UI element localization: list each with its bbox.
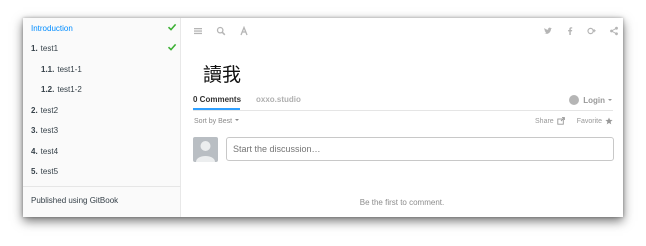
sidebar-item-test5[interactable]: 5. test5 [23,161,181,181]
sidebar-item-test2[interactable]: 2. test2 [23,100,181,120]
menu-icon[interactable] [193,26,203,36]
empty-comments-message: Be the first to comment. [359,198,445,207]
sidebar-item-label: test1 [40,43,59,53]
sidebar-item-number: 5. [31,166,38,176]
main-content: 讀我 0 Comments oxxo.studio Login Sort by … [181,18,623,217]
chat-bubble-icon [569,95,580,105]
share-icon[interactable] [609,26,619,36]
sidebar-item-number: 4. [31,146,38,156]
google-plus-icon[interactable] [587,26,597,36]
avatar [193,137,218,162]
sidebar-divider [23,186,181,187]
sort-dropdown[interactable]: Sort by Best [194,117,240,125]
sidebar-item-test3[interactable]: 3. test3 [23,120,181,140]
font-icon[interactable] [239,26,249,36]
login-button[interactable]: Login [569,95,613,105]
twitter-icon[interactable] [543,26,553,36]
login-label: Login [583,95,605,105]
share-button[interactable]: Share [535,118,554,125]
sidebar-item-test1-2[interactable]: 1.2. test1-2 [23,79,181,99]
sort-label: Sort by Best [194,118,233,125]
share-box-icon [557,117,565,125]
gitbook-window: Introduction 1. test1 1.1. test1-1 1.2. … [23,18,623,217]
favorite-button[interactable]: Favorite [577,118,602,125]
star-icon [605,117,613,125]
tab-community[interactable]: oxxo.studio [256,95,301,104]
sidebar-item-test1[interactable]: 1. test1 [23,38,181,58]
sidebar-item-label: test4 [40,146,59,156]
sidebar-item-label: test2 [40,105,59,115]
sidebar-item-test4[interactable]: 4. test4 [23,141,181,161]
sidebar: Introduction 1. test1 1.1. test1-1 1.2. … [23,18,181,217]
sidebar-item-label: test3 [40,125,59,135]
sidebar-item-number: 3. [31,125,38,135]
sidebar-item-test1-1[interactable]: 1.1. test1-1 [23,59,181,79]
sidebar-item-introduction[interactable]: Introduction [23,18,181,38]
sidebar-item-label: test1-2 [57,84,82,94]
facebook-icon[interactable] [565,26,575,36]
tab-comments[interactable]: 0 Comments [193,95,241,104]
user-icon [196,141,215,162]
chevron-down-icon [608,99,612,101]
sidebar-item-number: 2. [31,105,38,115]
check-icon [167,23,177,31]
page-title: 讀我 [203,64,242,86]
search-icon[interactable] [216,26,226,36]
tabs-divider [193,110,613,111]
chevron-down-icon [235,119,240,121]
sidebar-item-number: 1. [31,43,38,53]
sidebar-item-number: 1.1. [41,64,55,74]
sidebar-item-label: Introduction [31,23,73,33]
sidebar-item-label: test1-1 [57,64,82,74]
sidebar-item-number: 1.2. [41,84,55,94]
sidebar-item-label: test5 [40,166,59,176]
check-icon [167,43,177,51]
comment-input[interactable] [226,137,614,161]
published-with-gitbook-link[interactable]: Published using GitBook [31,196,118,205]
share-favorite-row: Share Favorite [535,117,613,125]
